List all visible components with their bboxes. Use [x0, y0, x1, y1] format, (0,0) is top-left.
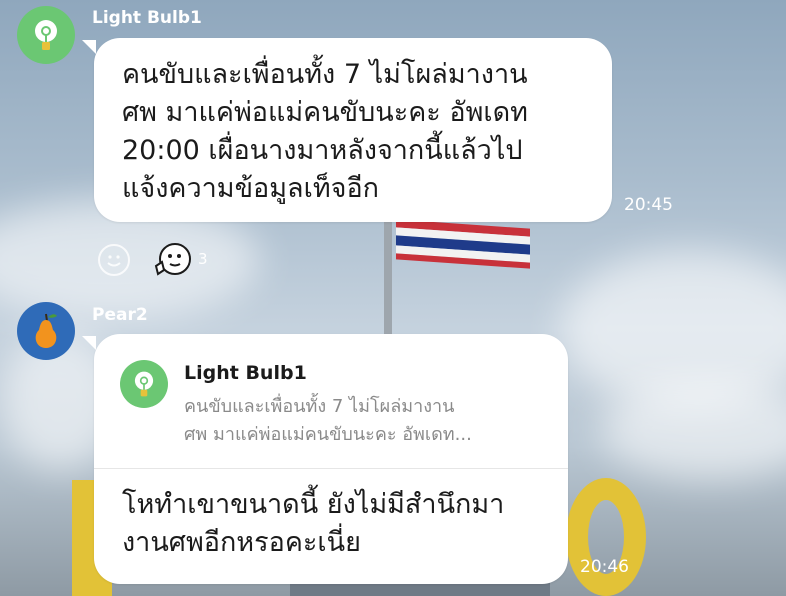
- message-bubble[interactable]: คนขับและเพื่อนทั้ง 7 ไม่โผล่มางาน ศพ มาแ…: [94, 38, 612, 222]
- reaction-sticker[interactable]: [152, 240, 194, 284]
- quoted-message[interactable]: Light Bulb1 คนขับและเพื่อนทั้ง 7 ไม่โผล่…: [94, 334, 568, 466]
- message-time: 20:46: [580, 557, 629, 577]
- message-bubble[interactable]: Light Bulb1 คนขับและเพื่อนทั้ง 7 ไม่โผล่…: [94, 334, 568, 584]
- avatar-pear[interactable]: [17, 302, 75, 360]
- light-bulb-icon: [35, 20, 57, 50]
- quote-divider: [94, 468, 568, 469]
- sender-name: Pear2: [92, 305, 148, 325]
- light-bulb-icon: [134, 371, 154, 397]
- background-sign: [566, 478, 646, 596]
- quoted-line: ศพ มาแค่พ่อแม่คนขับนะคะ อัพเดท...: [184, 424, 472, 445]
- quoted-line: คนขับและเพื่อนทั้ง 7 ไม่โผล่มางาน: [184, 396, 455, 417]
- quoted-avatar: [120, 360, 168, 408]
- avatar-light-bulb[interactable]: [17, 6, 75, 64]
- flag-pole: [384, 222, 392, 342]
- reaction-count: 3: [198, 250, 208, 268]
- message-line: แจ้งความข้อมูลเท็จอีก: [122, 173, 380, 204]
- quoted-sender: Light Bulb1: [184, 362, 307, 384]
- flag: [396, 219, 530, 269]
- sender-name: Light Bulb1: [92, 8, 202, 28]
- thumbs-up-face-icon: [154, 243, 191, 276]
- message-line: คนขับและเพื่อนทั้ง 7 ไม่โผล่มางาน: [122, 59, 528, 90]
- add-reaction-button[interactable]: [98, 244, 130, 276]
- message-line: งานศพอีกหรอคะเนี่ย: [122, 527, 361, 558]
- message-line: โหทำเขาขนาดนี้ ยังไม่มีสำนึกมา: [122, 489, 505, 520]
- smile-icon: [107, 255, 121, 267]
- message-time: 20:45: [624, 195, 673, 215]
- pear-icon: [35, 313, 57, 348]
- message-line: ศพ มาแค่พ่อแม่คนขับนะคะ อัพเดท: [122, 97, 528, 128]
- message-line: 20:00 เผื่อนางมาหลังจากนี้แล้วไป: [122, 135, 523, 166]
